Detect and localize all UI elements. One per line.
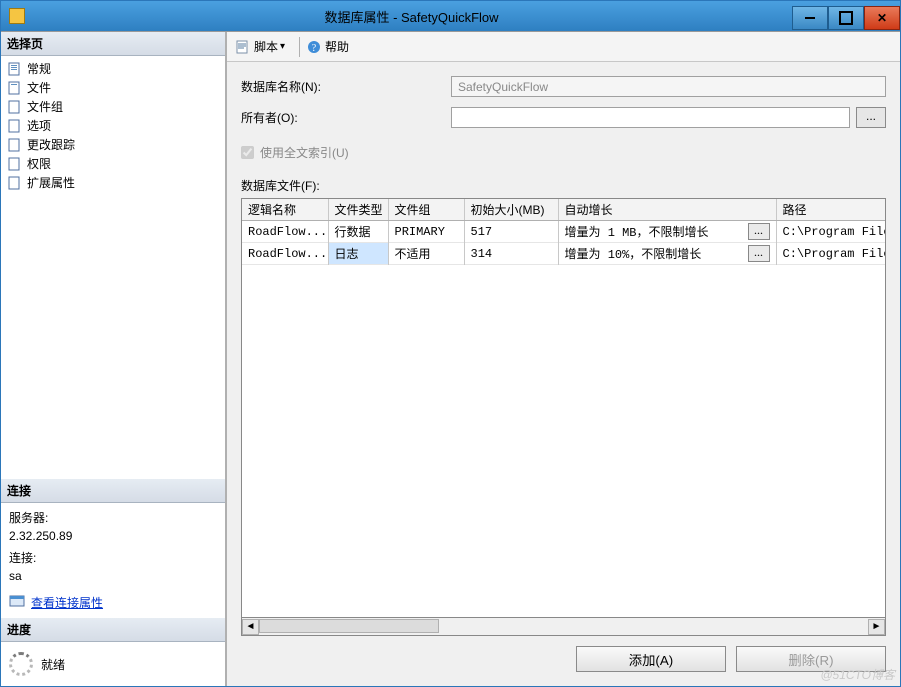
section-progress: 进度 [1, 618, 225, 642]
cell-initsize[interactable]: 517 [464, 221, 558, 243]
files-table[interactable]: 逻辑名称 文件类型 文件组 初始大小(MB) 自动增长 路径 [241, 198, 886, 618]
col-path[interactable]: 路径 [776, 199, 885, 221]
sidebar-item-filegroups[interactable]: 文件组 [1, 97, 225, 116]
cell-growth[interactable]: 增量为 1 MB，不限制增长... [558, 221, 776, 243]
scroll-right-icon[interactable]: ► [868, 619, 885, 635]
left-panel: 选择页 常规 文件 文件组 选项 [1, 32, 227, 686]
conn-label: 连接: [9, 549, 217, 566]
cell-logical[interactable]: RoadFlow... [242, 221, 328, 243]
maximize-button[interactable] [828, 6, 864, 30]
table-row[interactable]: RoadFlow... 日志 不适用 314 增量为 10%，不限制增长... … [242, 243, 885, 265]
connection-info: 服务器: 2.32.250.89 连接: sa 查看连接属性 [1, 503, 225, 618]
view-connection-properties-link[interactable]: 查看连接属性 [31, 594, 103, 611]
progress-area: 就绪 [1, 642, 225, 686]
sidebar-item-extprops[interactable]: 扩展属性 [1, 173, 225, 192]
close-button[interactable] [864, 6, 900, 30]
sidebar-item-label: 更改跟踪 [27, 136, 75, 153]
table-row[interactable]: RoadFlow... 行数据 PRIMARY 517 增量为 1 MB，不限制… [242, 221, 885, 243]
db-files-label: 数据库文件(F): [241, 177, 886, 194]
help-icon: ? [306, 39, 322, 55]
minimize-button[interactable] [792, 6, 828, 30]
conn-value: sa [9, 569, 217, 583]
sidebar-item-label: 权限 [27, 155, 51, 172]
dbname-label: 数据库名称(N): [241, 78, 451, 95]
page-icon [7, 80, 23, 96]
sidebar-item-permissions[interactable]: 权限 [1, 154, 225, 173]
script-icon [235, 39, 251, 55]
fulltext-label: 使用全文索引(U) [260, 144, 349, 161]
sidebar-item-label: 常规 [27, 60, 51, 77]
server-label: 服务器: [9, 509, 217, 526]
section-select-page: 选择页 [1, 32, 225, 56]
remove-button: 删除(R) [736, 646, 886, 672]
owner-label: 所有者(O): [241, 109, 451, 126]
page-icon [7, 61, 23, 77]
page-icon [7, 156, 23, 172]
sidebar-item-label: 文件 [27, 79, 51, 96]
server-value: 2.32.250.89 [9, 529, 217, 543]
sidebar-item-files[interactable]: 文件 [1, 78, 225, 97]
growth-browse-button[interactable]: ... [748, 223, 770, 240]
right-panel: 脚本 ▾ ? 帮助 数据库名称(N): 所有者(O): ... [227, 32, 900, 686]
col-logical[interactable]: 逻辑名称 [242, 199, 328, 221]
main-area: 数据库名称(N): 所有者(O): ... 使用全文索引(U) 数据库文件(F)… [227, 62, 900, 686]
svg-text:?: ? [312, 43, 317, 54]
cell-path[interactable]: C:\Program Files\Micr [776, 221, 885, 243]
select-page-list: 常规 文件 文件组 选项 更改跟踪 [1, 56, 225, 195]
sidebar-item-label: 扩展属性 [27, 174, 75, 191]
toolbar: 脚本 ▾ ? 帮助 [227, 32, 900, 62]
dbname-input [451, 76, 886, 97]
script-button[interactable]: 脚本 ▾ [235, 38, 285, 55]
sidebar-item-label: 文件组 [27, 98, 63, 115]
cell-growth[interactable]: 增量为 10%，不限制增长... [558, 243, 776, 265]
sidebar-item-options[interactable]: 选项 [1, 116, 225, 135]
col-initsize[interactable]: 初始大小(MB) [464, 199, 558, 221]
owner-browse-button[interactable]: ... [856, 107, 886, 128]
page-icon [7, 99, 23, 115]
col-ftype[interactable]: 文件类型 [328, 199, 388, 221]
cell-logical[interactable]: RoadFlow... [242, 243, 328, 265]
page-icon [7, 175, 23, 191]
scroll-thumb[interactable] [259, 619, 439, 633]
page-icon [7, 118, 23, 134]
sidebar-item-label: 选项 [27, 117, 51, 134]
window-title: 数据库属性 - SafetyQuickFlow [31, 7, 792, 26]
help-label: 帮助 [325, 38, 349, 55]
scroll-left-icon[interactable]: ◄ [242, 619, 259, 635]
script-label: 脚本 [254, 38, 278, 55]
horizontal-scrollbar[interactable]: ◄ ► [241, 618, 886, 636]
cell-fgroup[interactable]: PRIMARY [388, 221, 464, 243]
page-icon [7, 137, 23, 153]
col-fgroup[interactable]: 文件组 [388, 199, 464, 221]
cell-fgroup[interactable]: 不适用 [388, 243, 464, 265]
progress-status: 就绪 [41, 656, 65, 673]
sidebar-item-changetracking[interactable]: 更改跟踪 [1, 135, 225, 154]
cell-path[interactable]: C:\Program Files\Micr [776, 243, 885, 265]
titlebar: 数据库属性 - SafetyQuickFlow [1, 1, 900, 31]
add-button[interactable]: 添加(A) [576, 646, 726, 672]
scroll-track[interactable] [259, 619, 868, 635]
properties-icon [9, 593, 25, 612]
toolbar-separator [299, 37, 300, 57]
cell-ftype[interactable]: 日志 [328, 243, 388, 265]
cell-ftype[interactable]: 行数据 [328, 221, 388, 243]
col-growth[interactable]: 自动增长 [558, 199, 776, 221]
cell-initsize[interactable]: 314 [464, 243, 558, 265]
progress-spinner-icon [9, 652, 33, 676]
section-connection: 连接 [1, 479, 225, 503]
growth-browse-button[interactable]: ... [748, 245, 770, 262]
window-controls [792, 3, 900, 30]
app-icon [9, 8, 25, 24]
sidebar-item-general[interactable]: 常规 [1, 59, 225, 78]
owner-input[interactable] [451, 107, 850, 128]
chevron-down-icon: ▾ [280, 41, 285, 52]
help-button[interactable]: ? 帮助 [306, 38, 349, 55]
fulltext-checkbox [241, 146, 254, 159]
